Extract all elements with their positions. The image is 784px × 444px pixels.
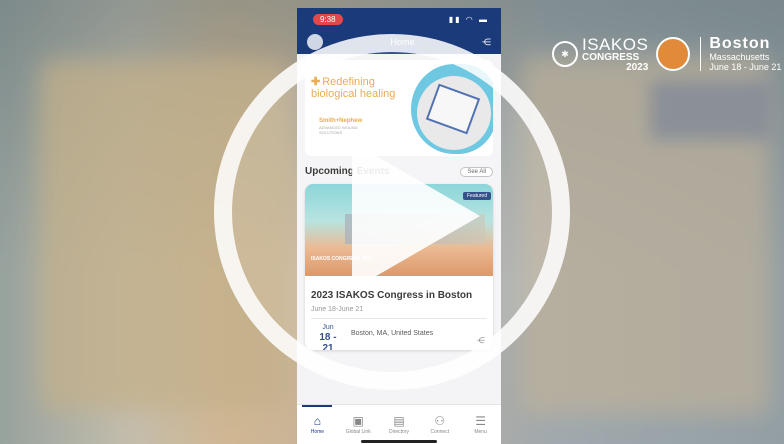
play-icon[interactable] [352,142,480,290]
video-play-overlay[interactable] [0,0,784,444]
